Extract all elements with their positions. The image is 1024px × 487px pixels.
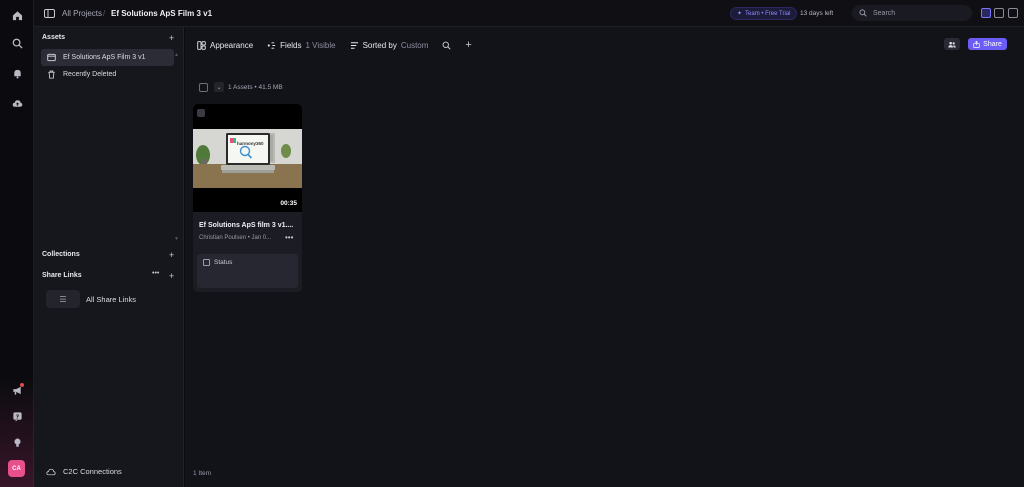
status-field[interactable]: Status xyxy=(197,254,298,288)
asset-count: 1 Assets • 41.5 MB xyxy=(228,83,283,91)
c2c-connections[interactable]: C2C Connections xyxy=(46,467,122,476)
days-left-text: 13 days left xyxy=(800,10,834,17)
sort-icon xyxy=(350,41,358,49)
laptop-illustration xyxy=(193,129,302,188)
thumbnail-logo-text: harmony360 xyxy=(237,141,264,146)
appearance-icon xyxy=(197,40,206,50)
layout-right-icon[interactable] xyxy=(1008,8,1018,18)
status-row: Status xyxy=(203,259,232,266)
add-asset-button[interactable]: + xyxy=(169,34,174,43)
breadcrumb-current[interactable]: Ef Solutions ApS Film 3 v1 xyxy=(111,0,212,27)
status-icon xyxy=(203,259,210,266)
share-icon xyxy=(973,40,980,48)
search-placeholder: Search xyxy=(873,9,896,17)
select-all-checkbox[interactable] xyxy=(199,82,208,92)
notification-dot xyxy=(20,383,24,387)
people-icon xyxy=(948,41,956,47)
sorted-label: Sorted by xyxy=(362,40,397,50)
sidebar-item-label: Recently Deleted xyxy=(63,71,117,78)
collections-heading: Collections xyxy=(42,251,80,258)
asset-title[interactable]: Ef Solutions ApS film 3 v1.... xyxy=(199,222,293,229)
home-icon[interactable] xyxy=(9,7,25,23)
search-icon[interactable] xyxy=(9,35,25,51)
video-duration: 00:35 xyxy=(280,200,297,207)
appearance-button[interactable]: Appearance xyxy=(197,41,253,50)
share-links-list-icon[interactable]: ☰ xyxy=(46,290,80,308)
trash-icon xyxy=(48,70,55,79)
sparkle-icon: ✦ xyxy=(737,11,743,17)
top-bar: All Projects / Ef Solutions ApS Film 3 v… xyxy=(34,0,1024,27)
search-input[interactable]: Search xyxy=(852,5,972,21)
layout-center-icon[interactable] xyxy=(994,8,1004,18)
megaphone-icon[interactable] xyxy=(9,382,25,398)
cloud-upload-icon[interactable] xyxy=(9,95,25,111)
toolbar: Appearance Fields 1 Visible Sorted by Cu… xyxy=(197,38,472,52)
search-icon xyxy=(442,41,452,50)
thumbnail-scene: harmony360 xyxy=(193,129,302,188)
trial-badge-label: Team • Free Trial xyxy=(745,10,791,17)
appearance-label: Appearance xyxy=(210,40,254,50)
share-button[interactable]: Share xyxy=(968,38,1007,50)
sidebar-item-recently-deleted[interactable]: Recently Deleted xyxy=(41,66,174,83)
search-assets-button[interactable] xyxy=(442,41,452,50)
project-icon xyxy=(47,53,56,62)
add-collection-button[interactable]: + xyxy=(169,251,174,260)
share-label: Share xyxy=(983,40,1002,48)
trial-badge[interactable]: ✦ Team • Free Trial xyxy=(730,7,798,20)
fields-button[interactable]: Fields 1 Visible xyxy=(267,40,336,50)
more-options-icon[interactable]: ••• xyxy=(285,233,293,242)
asset-card[interactable]: harmony360 00:35 Ef Solutions ApS film 3… xyxy=(193,104,302,292)
share-links-heading: Share Links xyxy=(42,272,82,279)
layout-left-icon[interactable] xyxy=(981,8,991,18)
left-rail: ? CA xyxy=(0,0,34,487)
breadcrumb-all-projects[interactable]: All Projects xyxy=(62,0,102,27)
all-share-links[interactable]: All Share Links xyxy=(86,295,136,304)
help-icon[interactable]: ? xyxy=(9,408,25,424)
lightbulb-icon[interactable] xyxy=(9,434,25,450)
video-thumbnail[interactable]: harmony360 00:35 xyxy=(193,104,302,212)
asset-meta: Christian Poulsen • Jan 0... xyxy=(199,235,272,241)
asset-count-row: ⌄ 1 Assets • 41.5 MB xyxy=(199,82,283,92)
status-label: Status xyxy=(214,259,233,266)
sort-button[interactable]: Sorted by Custom xyxy=(350,40,429,50)
item-count-footer: 1 Item xyxy=(193,470,212,477)
svg-text:?: ? xyxy=(15,414,18,420)
sidebar-toggle-icon[interactable] xyxy=(44,0,55,27)
scroll-up-icon[interactable]: ▲ xyxy=(174,52,179,58)
search-icon xyxy=(859,9,867,17)
assets-heading: Assets xyxy=(42,34,65,41)
fields-value: 1 Visible xyxy=(305,40,336,50)
add-icon[interactable]: + xyxy=(465,39,471,51)
people-button[interactable] xyxy=(944,38,960,50)
avatar[interactable]: CA xyxy=(8,460,25,477)
share-links-more-button[interactable]: ••• xyxy=(152,270,159,278)
card-select-checkbox[interactable] xyxy=(197,109,205,117)
add-share-link-button[interactable]: + xyxy=(169,272,174,281)
chevron-down-icon[interactable]: ⌄ xyxy=(214,82,224,92)
sidebar-item-label: Ef Solutions ApS Film 3 v1 xyxy=(63,54,146,61)
sidebar: Assets + ▲ Ef Solutions ApS Film 3 v1 Re… xyxy=(34,27,184,487)
cloud-icon xyxy=(46,468,56,475)
main-content: Appearance Fields 1 Visible Sorted by Cu… xyxy=(185,27,1024,487)
bell-icon[interactable] xyxy=(9,65,25,81)
sorted-value: Custom xyxy=(400,40,429,50)
fields-icon xyxy=(267,41,276,49)
c2c-label: C2C Connections xyxy=(63,467,122,476)
scroll-down-icon[interactable]: ▼ xyxy=(174,236,179,242)
fields-label: Fields xyxy=(280,40,302,50)
sidebar-item-project[interactable]: Ef Solutions ApS Film 3 v1 xyxy=(41,49,174,66)
breadcrumb-separator: / xyxy=(103,9,106,18)
